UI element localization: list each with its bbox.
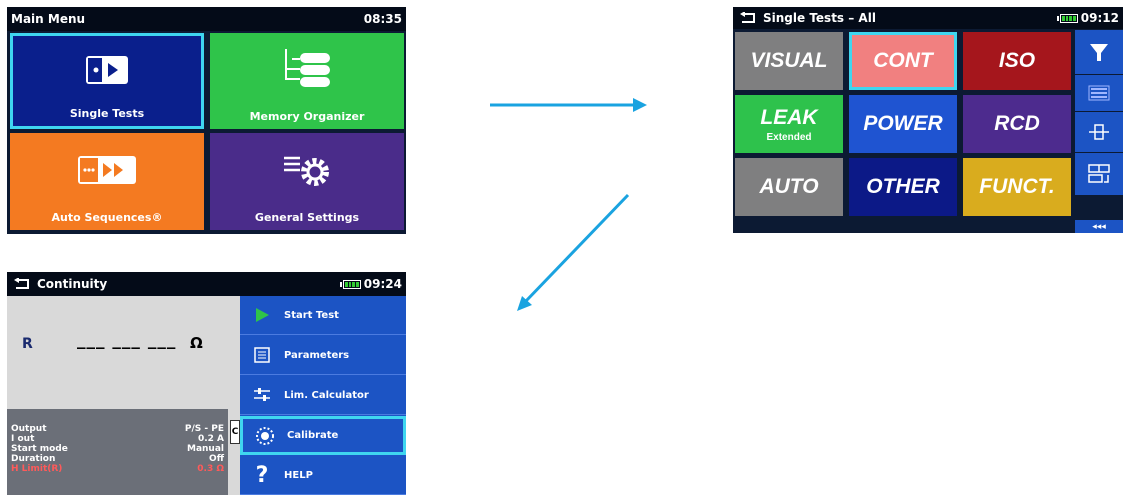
auto-sequence-icon xyxy=(78,155,136,184)
single-tests-screen: Single Tests – All 09:12 VISUAL CONT ISO LE… xyxy=(733,7,1123,233)
tile-label: Auto Sequences® xyxy=(51,211,163,224)
test-tile-rcd[interactable]: RCD xyxy=(963,95,1071,153)
parameter-name: Duration xyxy=(11,454,56,464)
battery-icon xyxy=(1056,13,1078,23)
parameter-value: 0.3 Ω xyxy=(197,464,224,474)
calibrate-icon xyxy=(256,426,274,445)
tile-memory-organizer[interactable]: Memory Organizer xyxy=(210,33,404,129)
parameter-value: P/S - PE xyxy=(184,424,224,434)
sliders-icon xyxy=(254,388,270,401)
clock: 09:12 xyxy=(1080,11,1119,25)
page-title: Main Menu xyxy=(11,12,86,26)
menu-parameters[interactable]: Parameters xyxy=(240,336,406,375)
back-icon[interactable] xyxy=(739,12,757,24)
test-tile-label: AUTO xyxy=(759,175,819,198)
menu-label: Lim. Calculator xyxy=(284,389,369,401)
result-label: R xyxy=(22,336,33,352)
menu-label: Parameters xyxy=(284,349,350,361)
tile-label: Memory Organizer xyxy=(249,110,365,123)
test-tile-label: ISO xyxy=(998,49,1036,72)
single-tests-sidebar: ◂◂◂ xyxy=(1075,30,1123,233)
test-tile-leak[interactable]: LEAK Extended xyxy=(735,95,843,153)
side-tab[interactable]: C xyxy=(230,420,240,444)
menu-label: HELP xyxy=(284,469,313,481)
single-test-icon xyxy=(86,56,128,85)
arrow-right-head xyxy=(633,98,647,112)
parameter-name: Start mode xyxy=(11,444,68,454)
keyboard-icon xyxy=(1088,85,1110,101)
result-value: ___ ___ ___ xyxy=(77,330,177,350)
test-tile-iso[interactable]: ISO xyxy=(963,32,1071,90)
memory-tree-icon xyxy=(285,49,330,88)
test-tile-label: POWER xyxy=(863,112,943,135)
clock: 09:24 xyxy=(363,277,402,291)
tile-general-settings[interactable]: General Settings xyxy=(210,133,404,230)
group-button[interactable] xyxy=(1075,153,1123,195)
parameter-name: H Limit(R) xyxy=(11,464,63,474)
parameter-row: Start mode Manual xyxy=(11,444,224,454)
parameter-row: Duration Off xyxy=(11,454,224,464)
main-menu-screen: Main Menu 08:35 Single Tests Memory Orga… xyxy=(7,7,406,234)
back-icon[interactable] xyxy=(13,278,31,290)
parameter-name: Output xyxy=(11,424,47,434)
parameter-row: H Limit(R) 0.3 Ω xyxy=(11,464,224,474)
test-tile-label: LEAK xyxy=(760,105,818,129)
list-icon xyxy=(254,347,270,363)
menu-help[interactable]: ? HELP xyxy=(240,456,406,495)
expand-button[interactable] xyxy=(1075,112,1123,152)
menu-lim-calculator[interactable]: Lim. Calculator xyxy=(240,376,406,415)
tile-label: Single Tests xyxy=(69,107,145,120)
parameter-name: I out xyxy=(11,434,35,444)
parameter-value: Manual xyxy=(186,444,224,454)
test-tile-sublabel: Extended xyxy=(766,131,812,143)
group-icon xyxy=(1088,164,1110,183)
test-tile-label: VISUAL xyxy=(750,49,828,72)
menu-start-test[interactable]: Start Test xyxy=(240,296,406,335)
filter-icon xyxy=(1090,44,1108,61)
result-unit: Ω xyxy=(190,334,203,352)
test-tile-label: OTHER xyxy=(866,175,940,198)
result-area: R ___ ___ ___ Ω xyxy=(7,296,240,409)
test-tile-auto[interactable]: AUTO xyxy=(735,158,843,216)
page-title: Continuity xyxy=(37,277,108,291)
test-tile-funct[interactable]: FUNCT. xyxy=(963,158,1071,216)
parameter-panel: Output P/S - PE I out 0.2 A Start mode Manual… xyxy=(7,409,228,495)
filter-button[interactable] xyxy=(1075,30,1123,74)
test-tile-cont[interactable]: CONT xyxy=(849,32,957,90)
tile-label: General Settings xyxy=(254,211,360,224)
parameter-row: I out 0.2 A xyxy=(11,434,224,444)
battery-icon xyxy=(339,279,361,289)
test-tile-other[interactable]: OTHER xyxy=(849,158,957,216)
arrow-down-left xyxy=(524,193,630,303)
parameter-value: 0.2 A xyxy=(197,434,224,444)
keyboard-button[interactable] xyxy=(1075,75,1123,111)
settings-gear-icon xyxy=(284,156,329,186)
tile-auto-sequences[interactable]: Auto Sequences® xyxy=(10,133,204,230)
more-icon: ◂◂◂ xyxy=(1092,221,1106,232)
continuity-titlebar: Continuity 09:24 xyxy=(7,272,406,296)
test-tile-label: RCD xyxy=(994,112,1040,135)
test-tile-label: FUNCT. xyxy=(979,175,1055,198)
clock: 08:35 xyxy=(363,12,402,26)
single-tests-titlebar: Single Tests – All 09:12 xyxy=(733,7,1123,29)
play-icon xyxy=(256,308,269,322)
tile-single-tests[interactable]: Single Tests xyxy=(10,33,204,129)
menu-calibrate[interactable]: Calibrate xyxy=(240,416,406,455)
test-tile-visual[interactable]: VISUAL xyxy=(735,32,843,90)
test-tile-power[interactable]: POWER xyxy=(849,95,957,153)
test-tile-label: CONT xyxy=(873,49,933,72)
side-tab-label: C xyxy=(231,427,239,437)
help-icon: ? xyxy=(255,462,269,488)
more-button[interactable]: ◂◂◂ xyxy=(1075,220,1123,233)
expand-icon xyxy=(1089,124,1109,140)
menu-label: Start Test xyxy=(284,309,339,321)
continuity-menu: Start Test Parameters Lim. Calculator Ca… xyxy=(240,296,406,495)
page-title: Single Tests – All xyxy=(763,11,876,25)
continuity-screen: Continuity 09:24 R ___ ___ ___ Ω Output P… xyxy=(7,272,406,495)
menu-label: Calibrate xyxy=(287,430,339,441)
parameter-value: Off xyxy=(209,454,224,464)
parameter-row: Output P/S - PE xyxy=(11,424,224,434)
main-menu-titlebar: Main Menu 08:35 xyxy=(7,7,406,31)
